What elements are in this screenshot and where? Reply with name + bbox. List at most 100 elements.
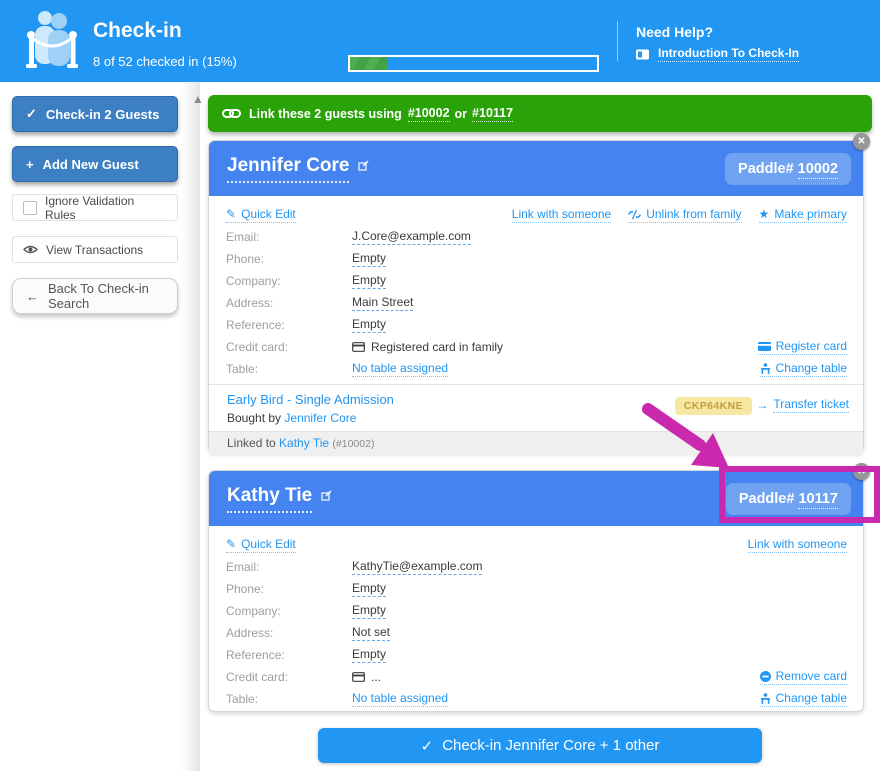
eye-icon	[23, 244, 38, 255]
unlink-from-family-label: Unlink from family	[646, 207, 741, 221]
ignore-validation-checkbox[interactable]	[23, 201, 37, 215]
ticket-name-link[interactable]: Early Bird - Single Admission	[227, 392, 394, 407]
minus-circle-icon	[760, 671, 771, 682]
guest-name[interactable]: Kathy Tie	[227, 485, 312, 513]
close-icon[interactable]: ✕	[853, 133, 870, 150]
credit-card-text: ...	[371, 670, 381, 684]
make-primary-link[interactable]: ★ Make primary	[759, 207, 847, 223]
guest-card-kathy-tie: Kathy Tie Paddle# 10117 ✕ ✎ Quick Edit L…	[208, 470, 864, 712]
edit-icon[interactable]	[358, 160, 369, 171]
banner-paddle-10117-link[interactable]: #10117	[472, 106, 513, 122]
edit-icon[interactable]	[321, 490, 332, 501]
star-icon: ★	[759, 207, 770, 221]
banner-paddle-10002-link[interactable]: #10002	[408, 106, 450, 122]
ignore-validation-toggle[interactable]: Ignore Validation Rules	[12, 194, 178, 221]
transfer-ticket-link[interactable]: → Transfer ticket	[756, 397, 849, 413]
quick-edit-label: Quick Edit	[241, 207, 296, 221]
paddle-number-button[interactable]: Paddle# 10117	[726, 483, 851, 515]
need-help-title: Need Help?	[636, 24, 713, 40]
email-label: Email:	[226, 560, 352, 574]
reference-value[interactable]: Empty	[352, 317, 386, 333]
address-label: Address:	[226, 296, 352, 310]
paddle-number-button[interactable]: Paddle# 10002	[725, 153, 851, 185]
view-transactions-label: View Transactions	[46, 243, 143, 257]
change-table-link[interactable]: Change table	[760, 691, 847, 707]
remove-card-link[interactable]: Remove card	[760, 669, 847, 685]
company-label: Company:	[226, 604, 352, 618]
email-label: Email:	[226, 230, 352, 244]
credit-card-label: Credit card:	[226, 340, 352, 354]
link-icon	[222, 107, 241, 120]
guest-card-header: Kathy Tie Paddle# 10117 ✕	[209, 471, 863, 526]
scroll-top-arrow[interactable]: ▲	[192, 92, 204, 106]
buyer-link[interactable]: Jennifer Core	[284, 411, 356, 425]
change-table-link[interactable]: Change table	[760, 361, 847, 377]
paddle-number[interactable]: 10117	[798, 491, 838, 509]
close-icon[interactable]: ✕	[853, 463, 870, 480]
phone-value[interactable]: Empty	[352, 251, 386, 267]
ignore-validation-label: Ignore Validation Rules	[45, 194, 167, 222]
paddle-prefix: Paddle#	[738, 161, 794, 177]
link-guests-banner: Link these 2 guests using #10002 or #101…	[208, 95, 872, 132]
credit-card-label: Credit card:	[226, 670, 352, 684]
checkin-submit-button[interactable]: ✓ Check-in Jennifer Core + 1 other	[318, 728, 762, 763]
reference-value[interactable]: Empty	[352, 647, 386, 663]
table-value-link[interactable]: No table assigned	[352, 361, 448, 377]
quick-edit-link[interactable]: ✎ Quick Edit	[226, 537, 296, 553]
change-table-label: Change table	[776, 361, 847, 375]
checkin-progress-bar	[348, 55, 599, 72]
linked-to-label: Linked to	[227, 436, 276, 450]
checkin-progress-text: 8 of 52 checked in (15%)	[93, 54, 237, 69]
make-primary-label: Make primary	[774, 207, 847, 221]
table-label: Table:	[226, 362, 352, 376]
back-to-search-button[interactable]: ← Back To Check-in Search	[12, 278, 178, 314]
checkin-guests-button[interactable]: ✓ Check-in 2 Guests	[12, 96, 178, 132]
checkin-page: Check-in 8 of 52 checked in (15%) Need H…	[0, 0, 880, 771]
table-value-link[interactable]: No table assigned	[352, 691, 448, 707]
company-value[interactable]: Empty	[352, 273, 386, 289]
table-label: Table:	[226, 692, 352, 706]
remove-card-label: Remove card	[776, 669, 847, 683]
quick-edit-link[interactable]: ✎ Quick Edit	[226, 207, 296, 223]
email-value[interactable]: KathyTie@example.com	[352, 559, 482, 575]
link-with-someone-link[interactable]: Link with someone	[748, 537, 847, 553]
address-value[interactable]: Not set	[352, 625, 390, 641]
phone-label: Phone:	[226, 252, 352, 266]
add-new-guest-button[interactable]: + Add New Guest	[12, 146, 178, 182]
bought-by-label: Bought by	[227, 411, 281, 425]
guest-card-jennifer-core: Jennifer Core Paddle# 10002 ✕ ✎ Quick Ed…	[208, 140, 864, 453]
paddle-number[interactable]: 10002	[798, 161, 838, 179]
intro-checkin-link[interactable]: Introduction To Check-In	[658, 46, 799, 62]
credit-card-icon	[758, 342, 771, 351]
forward-arrow-icon: →	[756, 398, 768, 412]
view-transactions-button[interactable]: View Transactions	[12, 236, 178, 263]
unlink-from-family-link[interactable]: Unlink from family	[628, 207, 741, 223]
guest-name[interactable]: Jennifer Core	[227, 155, 349, 183]
pencil-icon: ✎	[226, 207, 236, 221]
checkin-submit-label: Check-in Jennifer Core + 1 other	[442, 737, 659, 754]
credit-card-value: Registered card in family	[352, 340, 503, 354]
checkin-guests-label: Check-in 2 Guests	[46, 107, 159, 122]
plus-icon: +	[26, 157, 34, 172]
company-value[interactable]: Empty	[352, 603, 386, 619]
register-card-link[interactable]: Register card	[758, 339, 847, 355]
pencil-icon: ✎	[226, 537, 236, 551]
linked-to-name-link[interactable]: Kathy Tie	[279, 436, 329, 450]
page-title: Check-in	[93, 19, 182, 43]
quick-edit-label: Quick Edit	[241, 537, 296, 551]
table-icon	[760, 693, 771, 704]
linked-to-row: Linked to Kathy Tie (#10002)	[209, 431, 863, 455]
company-label: Company:	[226, 274, 352, 288]
phone-value[interactable]: Empty	[352, 581, 386, 597]
transfer-ticket-label: Transfer ticket	[773, 397, 849, 413]
link-with-someone-link[interactable]: Link with someone	[512, 207, 611, 223]
change-table-label: Change table	[776, 691, 847, 705]
check-icon: ✓	[421, 737, 434, 755]
video-icon	[636, 49, 649, 60]
ticket-code-badge: CKP64KNE	[675, 397, 752, 415]
address-value[interactable]: Main Street	[352, 295, 413, 311]
ticket-section: Early Bird - Single Admission Bought by …	[209, 384, 863, 431]
credit-card-text: Registered card in family	[371, 340, 503, 354]
credit-card-value: ...	[352, 670, 381, 684]
email-value[interactable]: J.Core@example.com	[352, 229, 471, 245]
